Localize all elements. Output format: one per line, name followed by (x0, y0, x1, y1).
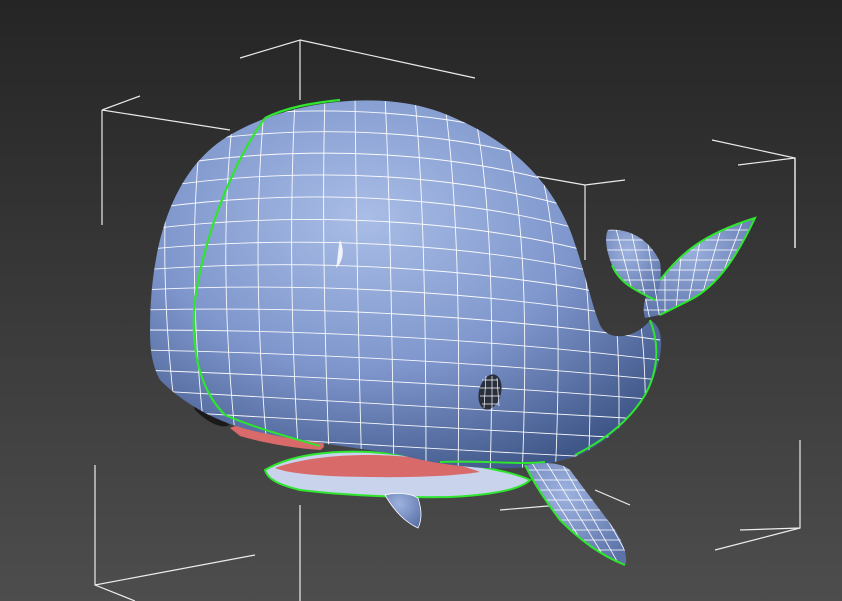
3d-viewport[interactable] (0, 0, 842, 601)
viewport-canvas[interactable] (0, 0, 842, 601)
